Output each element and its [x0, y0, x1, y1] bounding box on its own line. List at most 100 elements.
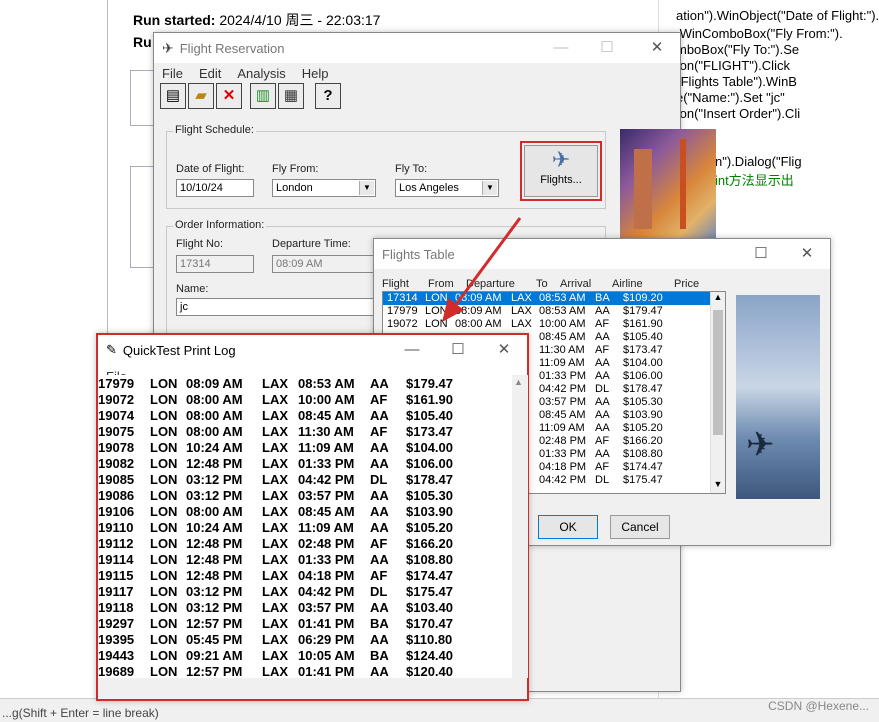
maximize-button[interactable]: ☐ [738, 239, 784, 269]
menu-item-help[interactable]: Help [294, 66, 337, 81]
log-cell: 03:12 PM [186, 600, 243, 615]
chevron-up-icon[interactable]: ▲ [711, 292, 725, 306]
log-row: 19082 LON 12:48 PM LAX 01:33 PM AA $106.00 [98, 455, 528, 471]
close-button[interactable]: ✕ [481, 335, 527, 365]
log-cell: $108.80 [406, 552, 453, 567]
print-log-title: QuickTest Print Log [122, 342, 236, 358]
log-cell: LON [150, 376, 178, 391]
menu-item-edit[interactable]: Edit [191, 66, 229, 81]
annotation-arrow [442, 217, 522, 322]
log-cell: LON [150, 632, 178, 647]
log-cell: LAX [262, 568, 288, 583]
arrow-shaft [450, 217, 522, 311]
log-cell: $175.47 [406, 584, 453, 599]
departure-time-label: Departure Time: [272, 238, 351, 250]
help-icon[interactable]: ? [315, 83, 341, 109]
log-cell: $105.20 [406, 520, 453, 535]
minimize-button[interactable]: — [389, 335, 435, 365]
date-of-flight-field[interactable]: 10/10/24 [176, 179, 254, 197]
maximize-button[interactable]: ☐ [584, 33, 630, 63]
log-cell: 10:00 AM [298, 392, 355, 407]
table-cell: $178.47 [623, 383, 663, 395]
log-cell: AA [370, 456, 389, 471]
log-cell: AA [370, 520, 389, 535]
table-cell: AA [595, 396, 610, 408]
flights-button[interactable]: ✈ Flights... [524, 145, 598, 197]
table-cell: 11:09 AM [539, 422, 585, 434]
print-log-scrollbar[interactable]: ▲ [512, 375, 528, 678]
close-button[interactable]: ✕ [634, 33, 680, 63]
code-line: ton("FLIGHT").Click [676, 58, 790, 73]
log-row: 19074 LON 08:00 AM LAX 08:45 AM AA $105.40 [98, 407, 528, 423]
log-cell: LON [150, 424, 178, 439]
table-cell: 19072 [387, 318, 418, 330]
city-skyline-image [620, 129, 716, 241]
open-folder-icon[interactable]: ▰ [188, 83, 214, 109]
table-cell: $105.20 [623, 422, 663, 434]
menu-bar: File Edit Analysis Help [154, 63, 680, 83]
ok-button[interactable]: OK [538, 515, 598, 539]
cancel-button[interactable]: Cancel [610, 515, 670, 539]
log-cell: 08:53 AM [298, 376, 355, 391]
flights-list-scrollbar[interactable]: ▲ ▼ [710, 292, 725, 493]
run-started-label: Run started: [133, 12, 216, 28]
menu-item-file[interactable]: File [154, 66, 191, 81]
close-button[interactable]: ✕ [784, 239, 830, 269]
minimize-button[interactable]: — [538, 33, 584, 63]
menu-item-analysis[interactable]: Analysis [229, 66, 293, 81]
log-cell: $110.80 [406, 632, 453, 647]
table-cell: 08:45 AM [539, 331, 586, 343]
column-header-to[interactable]: To [536, 278, 548, 290]
log-cell: $166.20 [406, 536, 453, 551]
log-cell: 19117 [98, 584, 134, 599]
table-cell: BA [595, 292, 610, 304]
table-cell: AA [595, 448, 610, 460]
log-cell: 19072 [98, 392, 135, 407]
log-cell: 08:45 AM [298, 504, 355, 519]
log-cell: 12:57 PM [186, 664, 243, 678]
airplane-photo: ✈ [736, 295, 820, 499]
column-header-flight[interactable]: Flight [382, 278, 409, 290]
name-field[interactable]: jc [176, 298, 376, 316]
log-cell: 12:48 PM [186, 568, 243, 583]
log-cell: 19689 [98, 664, 135, 678]
table-cell: $109.20 [623, 292, 663, 304]
fly-to-select[interactable]: Los Angeles ▼ [395, 179, 499, 197]
name-label: Name: [176, 283, 209, 295]
chevron-down-icon[interactable]: ▼ [482, 181, 497, 195]
scroll-thumb[interactable] [713, 310, 723, 435]
run-started-value: 2024/4/10 周三 - 22:03:17 [215, 12, 381, 28]
log-cell: LON [150, 664, 178, 678]
calculator-icon[interactable]: ▦ [278, 83, 304, 109]
log-cell: 08:00 AM [186, 424, 243, 439]
log-row: 19085 LON 03:12 PM LAX 04:42 PM DL $178.47 [98, 471, 528, 487]
log-cell: 19112 [98, 536, 134, 551]
maximize-button[interactable]: ☐ [435, 335, 481, 365]
chevron-down-icon[interactable]: ▼ [711, 479, 725, 493]
column-header-airline[interactable]: Airline [612, 278, 643, 290]
log-cell: AA [370, 632, 389, 647]
table-cell: 17979 [387, 305, 418, 317]
log-cell: LAX [262, 600, 288, 615]
log-cell: 08:00 AM [186, 392, 243, 407]
chevron-up-icon[interactable]: ▲ [514, 377, 523, 387]
chart-icon[interactable]: ▥ [250, 83, 276, 109]
log-cell: 19075 [98, 424, 135, 439]
table-cell: $179.47 [623, 305, 663, 317]
table-cell: 04:18 PM [539, 461, 587, 473]
log-cell: BA [370, 648, 389, 663]
log-cell: 03:57 PM [298, 488, 355, 503]
fly-from-select[interactable]: London ▼ [272, 179, 376, 197]
new-document-icon[interactable]: ▤ [160, 83, 186, 109]
airplane-icon: ✈ [162, 39, 174, 56]
log-cell: 10:24 AM [186, 520, 243, 535]
log-cell: AA [370, 552, 389, 567]
log-row: 19118 LON 03:12 PM LAX 03:57 PM AA $103.40 [98, 599, 528, 615]
table-cell: $175.47 [623, 474, 663, 486]
left-pane [0, 0, 108, 722]
column-header-price[interactable]: Price [674, 278, 699, 290]
column-header-arrival[interactable]: Arrival [560, 278, 591, 290]
chevron-down-icon[interactable]: ▼ [359, 181, 374, 195]
delete-icon[interactable]: ✕ [216, 83, 242, 109]
code-line: mboBox("Fly To:").Se [676, 42, 800, 57]
